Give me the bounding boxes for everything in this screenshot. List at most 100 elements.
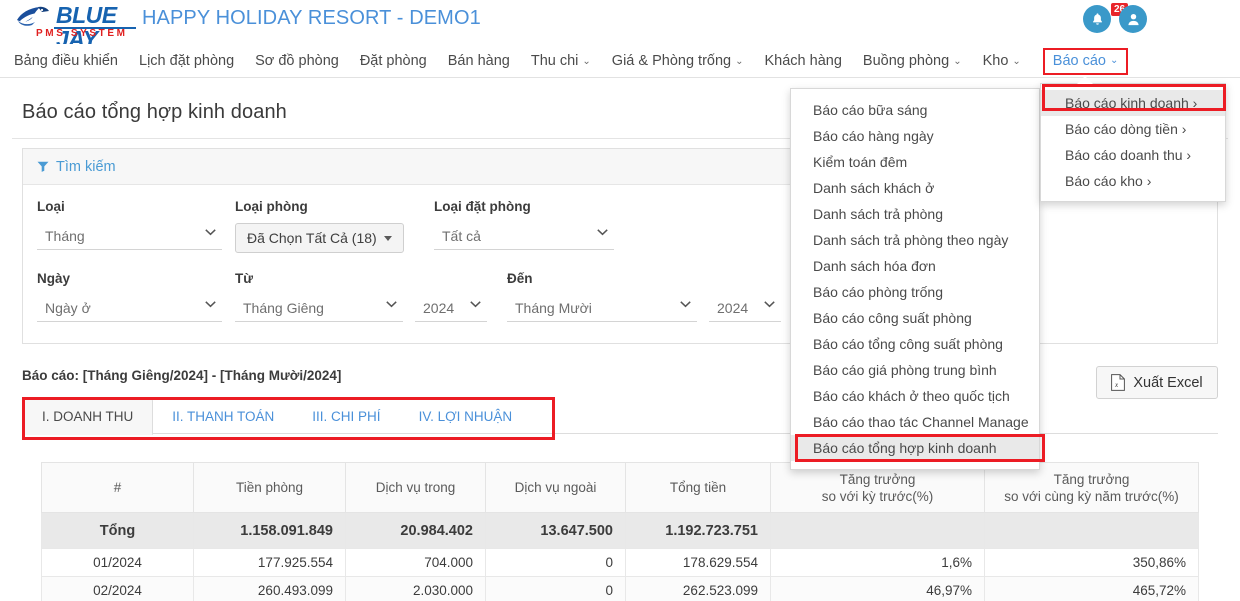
menu-item-8[interactable]: Báo cáo công suất phòng bbox=[791, 305, 1039, 331]
filter-den-month-value: Tháng Mười bbox=[515, 300, 592, 316]
filter-den-year-select[interactable]: 2024 bbox=[709, 295, 781, 322]
filter-den-label: Đến bbox=[507, 271, 533, 286]
filter-ngay-select[interactable]: Ngày ở bbox=[37, 295, 222, 322]
submenu-item-2[interactable]: Báo cáo doanh thu › bbox=[1041, 142, 1225, 168]
table-header-cell-2: Dịch vụ trong bbox=[345, 462, 486, 513]
filter-tu-month-select[interactable]: Tháng Giêng bbox=[235, 295, 403, 322]
table-cell-dich_vu_trong: 20.984.402 bbox=[345, 512, 486, 549]
nav-item-9[interactable]: Kho ⌄ bbox=[983, 53, 1021, 69]
filter-den-year: . 2024 bbox=[709, 271, 781, 322]
nav-item-1[interactable]: Lịch đặt phòng bbox=[139, 53, 234, 69]
filter-den-month-select[interactable]: Tháng Mười bbox=[507, 295, 697, 322]
filter-funnel-icon bbox=[37, 161, 49, 172]
nav-item-label: Báo cáo bbox=[1052, 52, 1106, 69]
page-title: Báo cáo tổng hợp kinh doanh bbox=[22, 101, 287, 123]
filter-ngay-value: Ngày ở bbox=[45, 300, 91, 316]
nav-item-2[interactable]: Sơ đồ phòng bbox=[255, 53, 339, 69]
chevron-down-icon: ⌄ bbox=[582, 55, 591, 67]
filter-loai-dat-phong-label: Loại đặt phòng bbox=[434, 199, 531, 214]
tab-1[interactable]: II. THANH TOÁN bbox=[153, 398, 293, 434]
user-avatar-icon bbox=[1127, 13, 1139, 25]
menu-item-13[interactable]: Báo cáo tổng hợp kinh doanh bbox=[791, 435, 1039, 461]
table-cell-tang_truong_nam_truoc bbox=[984, 512, 1199, 549]
filter-loai-dat-phong-select[interactable]: Tất cả bbox=[434, 223, 614, 250]
table-header-cell-0: # bbox=[41, 462, 194, 513]
filter-tu-year-select[interactable]: 2024 bbox=[415, 295, 487, 322]
tab-0[interactable]: I. DOANH THU bbox=[22, 398, 154, 435]
chevron-down-icon bbox=[205, 301, 216, 308]
menu-item-4[interactable]: Danh sách trả phòng bbox=[791, 201, 1039, 227]
menu-caret-arrow bbox=[1077, 76, 1093, 84]
menu-item-12[interactable]: Báo cáo thao tác Channel Manage bbox=[791, 409, 1039, 435]
nav-item-8[interactable]: Buồng phòng ⌄ bbox=[863, 53, 962, 69]
chevron-down-icon: ⌄ bbox=[953, 55, 962, 67]
app-root: BLUE JAY PMS SYSTEM HAPPY HOLIDAY RESORT… bbox=[0, 0, 1240, 601]
export-excel-button[interactable]: x Xuất Excel bbox=[1096, 366, 1218, 399]
nav-item-bao-cao[interactable]: Báo cáo ⌄ bbox=[1042, 47, 1129, 75]
menu-item-11[interactable]: Báo cáo khách ở theo quốc tịch bbox=[791, 383, 1039, 409]
menu-item-5[interactable]: Danh sách trả phòng theo ngày bbox=[791, 227, 1039, 253]
bell-icon bbox=[1092, 12, 1102, 25]
nav-items-container: Bảng điều khiển Lịch đặt phòng Sơ đồ phòng… bbox=[0, 44, 1240, 78]
table-cell-tien_phong: 260.493.099 bbox=[193, 576, 346, 601]
table-header-cell-1: Tiền phòng bbox=[193, 462, 346, 513]
top-icons: 26 bbox=[1075, 3, 1155, 37]
header-line-1: Tăng trưởng bbox=[1053, 471, 1130, 487]
table-cell-dich_vu_trong: 704.000 bbox=[345, 548, 486, 577]
filter-loai-select[interactable]: Tháng bbox=[37, 223, 222, 250]
menu-item-7[interactable]: Báo cáo phòng trống bbox=[791, 279, 1039, 305]
submenu-item-0[interactable]: Báo cáo kinh doanh › bbox=[1041, 90, 1225, 116]
table-cell-label: 02/2024 bbox=[41, 576, 194, 601]
filter-ngay: Ngày Ngày ở bbox=[37, 271, 222, 322]
nav-item-0[interactable]: Bảng điều khiển bbox=[14, 53, 118, 69]
filter-tu-year-value: 2024 bbox=[423, 300, 455, 316]
filter-loai-dat-phong-value: Tất cả bbox=[442, 228, 481, 244]
table-header-cell-6: Tăng trưởng so với cùng kỳ năm trước(%) bbox=[984, 462, 1199, 513]
site-title: HAPPY HOLIDAY RESORT - DEMO1 bbox=[142, 7, 481, 29]
brand-logo[interactable]: BLUE JAY PMS SYSTEM bbox=[12, 2, 136, 51]
chevron-down-icon bbox=[597, 229, 608, 236]
filter-loai-phong-dropdown-button[interactable]: Đã Chọn Tất Cả (18) bbox=[235, 223, 404, 253]
menu-item-0[interactable]: Báo cáo bữa sáng bbox=[791, 97, 1039, 123]
menu-item-1[interactable]: Báo cáo hàng ngày bbox=[791, 123, 1039, 149]
table-cell-dich_vu_ngoai: 0 bbox=[485, 548, 626, 577]
reports-submenu[interactable]: Báo cáo kinh doanh › Báo cáo dòng tiền › B… bbox=[1040, 83, 1226, 202]
table-header-row: # Tiền phòng Dịch vụ trong Dịch vụ ngoài Tổn… bbox=[41, 462, 1199, 513]
report-range-label: Báo cáo: [Tháng Giêng/2024] - [Tháng Mườ… bbox=[22, 368, 342, 383]
menu-item-10[interactable]: Báo cáo giá phòng trung bình bbox=[791, 357, 1039, 383]
filter-tu-month: Từ Tháng Giêng bbox=[235, 271, 403, 322]
nav-item-label: Bán hàng bbox=[447, 53, 510, 69]
tab-2[interactable]: III. CHI PHÍ bbox=[293, 398, 399, 434]
table-row: 02/2024 260.493.099 2.030.000 0 262.523.099 4… bbox=[41, 576, 1199, 601]
submenu-item-1[interactable]: Báo cáo dòng tiền › bbox=[1041, 116, 1225, 142]
export-excel-label: Xuất Excel bbox=[1133, 374, 1203, 391]
menu-item-6[interactable]: Danh sách hóa đơn bbox=[791, 253, 1039, 279]
reports-dropdown-menu[interactable]: Báo cáo bữa sáng Báo cáo hàng ngày Kiểm to… bbox=[790, 88, 1040, 470]
menu-item-2[interactable]: Kiểm toán đêm bbox=[791, 149, 1039, 175]
nav-item-label: Sơ đồ phòng bbox=[255, 53, 339, 69]
notifications-button[interactable]: 26 bbox=[1083, 3, 1129, 33]
nav-item-7[interactable]: Khách hàng bbox=[765, 53, 842, 69]
nav-item-5[interactable]: Thu chi ⌄ bbox=[531, 53, 591, 69]
logo-subtitle: PMS SYSTEM bbox=[36, 28, 128, 39]
nav-item-3[interactable]: Đặt phòng bbox=[360, 53, 427, 69]
filter-loai-phong: Loại phòng Đã Chọn Tất Cả (18) bbox=[235, 199, 435, 253]
chevron-down-icon: ⌄ bbox=[735, 55, 744, 67]
submenu-item-3[interactable]: Báo cáo kho › bbox=[1041, 168, 1225, 194]
top-bar: BLUE JAY PMS SYSTEM HAPPY HOLIDAY RESORT… bbox=[0, 0, 1240, 51]
chevron-down-icon bbox=[680, 301, 691, 308]
filter-den-year-value: 2024 bbox=[717, 300, 749, 316]
tab-3[interactable]: IV. LỢI NHUẬN bbox=[400, 398, 532, 434]
table-cell-tang_truong_nam_truoc: 350,86% bbox=[984, 548, 1199, 577]
nav-item-4[interactable]: Bán hàng bbox=[448, 53, 510, 69]
table-cell-label: Tổng bbox=[41, 512, 194, 549]
menu-item-9[interactable]: Báo cáo tổng công suất phòng bbox=[791, 331, 1039, 357]
header-line-2: so với kỳ trước(%) bbox=[821, 488, 934, 504]
nav-item-6[interactable]: Giá & Phòng trống ⌄ bbox=[612, 53, 744, 69]
table-cell-tang_truong_ky_truoc bbox=[770, 512, 985, 549]
table-cell-label: 01/2024 bbox=[41, 548, 194, 577]
table-header-cell-3: Dịch vụ ngoài bbox=[485, 462, 626, 513]
table-header-cell-4: Tổng tiền bbox=[625, 462, 771, 513]
menu-item-3[interactable]: Danh sách khách ở bbox=[791, 175, 1039, 201]
user-menu-button[interactable] bbox=[1119, 5, 1147, 33]
